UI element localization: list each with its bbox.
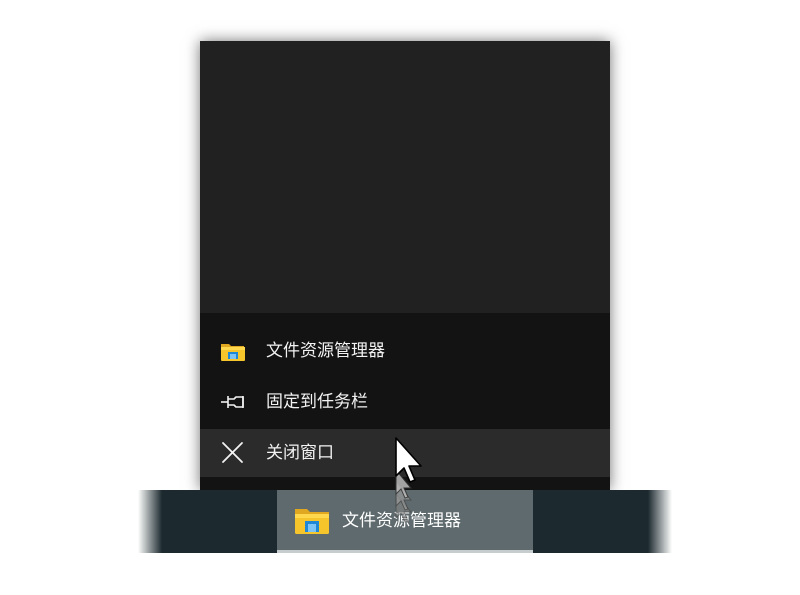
window-preview[interactable] [200, 41, 610, 313]
stage: 文件资源管理器 固定到任务栏 关闭窗口 文件资源管理器 [0, 0, 800, 595]
jump-list-item-close-window[interactable]: 关闭窗口 [200, 429, 610, 477]
file-explorer-icon [220, 339, 246, 363]
pin-icon [220, 390, 246, 414]
taskbar: 文件资源管理器 [138, 490, 672, 553]
jump-list-item-label: 文件资源管理器 [266, 341, 385, 361]
jump-list-item-file-explorer[interactable]: 文件资源管理器 [200, 327, 610, 375]
active-indicator [277, 550, 533, 553]
jump-list-item-pin-to-taskbar[interactable]: 固定到任务栏 [200, 378, 610, 426]
jump-list-item-label: 固定到任务栏 [266, 392, 368, 412]
file-explorer-icon [294, 504, 330, 536]
jump-list-item-label: 关闭窗口 [266, 443, 334, 463]
taskbar-button-file-explorer[interactable]: 文件资源管理器 [277, 490, 533, 553]
taskbar-button-label: 文件资源管理器 [342, 511, 461, 531]
close-icon [220, 441, 246, 465]
jump-list: 文件资源管理器 固定到任务栏 关闭窗口 [200, 41, 610, 490]
jump-list-tasks: 文件资源管理器 固定到任务栏 关闭窗口 [200, 313, 610, 490]
